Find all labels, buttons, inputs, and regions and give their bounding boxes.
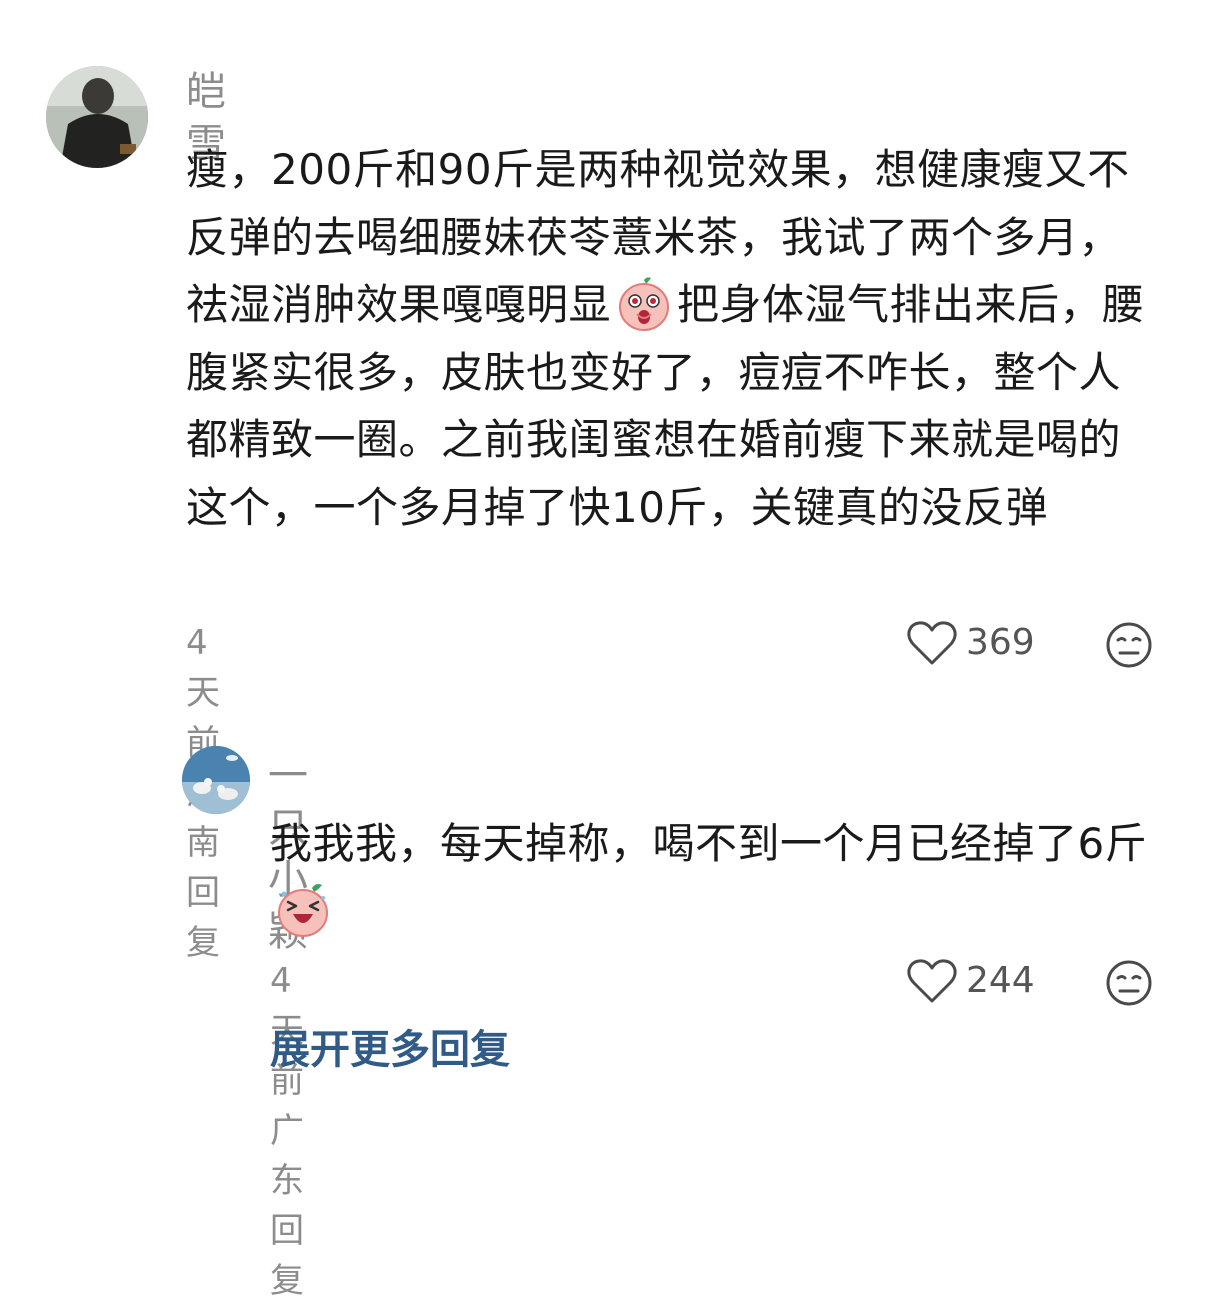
like-count: 369 — [966, 622, 1035, 663]
like-button[interactable]: 369 — [906, 616, 1035, 670]
heart-icon — [907, 959, 957, 1003]
heart-icon — [907, 621, 957, 665]
dislike-face-icon[interactable] — [1104, 620, 1154, 670]
location: 广东 — [270, 1111, 304, 1201]
comment-text: 我我我，每天掉称，喝不到一个月已经掉了6斤 — [270, 810, 1150, 945]
seagull-avatar-photo-icon — [182, 746, 250, 814]
avatar[interactable] — [46, 66, 148, 168]
timestamp: 4天前 — [186, 623, 220, 763]
comment-text-part: 我我我，每天掉称，喝不到一个月已经掉了6斤 — [270, 819, 1148, 868]
surprised-peach-emoji-icon — [617, 276, 671, 332]
like-button[interactable]: 244 — [906, 954, 1035, 1008]
dislike-face-icon[interactable] — [1104, 958, 1154, 1008]
like-count: 244 — [966, 960, 1035, 1001]
comment-text: 瘦，200斤和90斤是两种视觉效果，想健康瘦又不反弹的去喝细腰妹茯苓薏米茶，我试… — [186, 136, 1146, 541]
expand-more-replies-link[interactable]: 展开更多回复 — [270, 1022, 510, 1078]
reply-button[interactable]: 回复 — [270, 1211, 304, 1301]
user-avatar-photo-icon — [46, 66, 148, 168]
avatar[interactable] — [182, 746, 250, 814]
laughing-peach-emoji-icon — [276, 882, 330, 938]
comment-meta: 4天前 广东 回复 — [270, 956, 316, 1306]
reply-button[interactable]: 回复 — [186, 873, 220, 963]
